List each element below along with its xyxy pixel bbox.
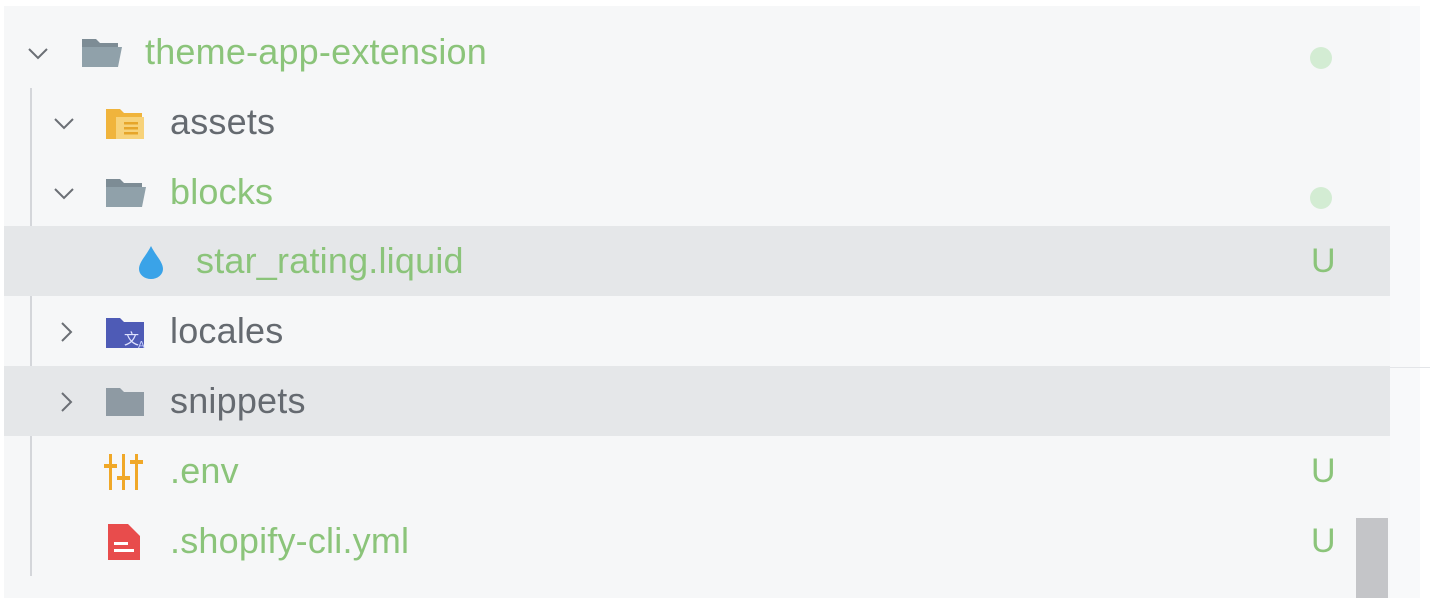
status-dot bbox=[1310, 47, 1332, 69]
svg-text:文: 文 bbox=[124, 330, 139, 348]
chevron-right-icon[interactable] bbox=[54, 390, 78, 414]
tree-label: snippets bbox=[170, 380, 306, 421]
tree-label: blocks bbox=[170, 171, 274, 212]
tree-label: theme-app-extension bbox=[145, 31, 488, 72]
tree-row-snippets[interactable]: snippets bbox=[4, 366, 1390, 436]
chevron-down-icon[interactable] bbox=[52, 181, 76, 205]
tree-row-star-rating-liquid[interactable]: star_rating.liquid U bbox=[4, 226, 1390, 296]
divider bbox=[1390, 367, 1430, 368]
untracked-badge: U bbox=[1311, 522, 1336, 560]
tree-label: locales bbox=[170, 310, 284, 351]
assets-folder-icon bbox=[106, 109, 144, 139]
tree-label: star_rating.liquid bbox=[196, 240, 464, 281]
chevron-down-icon[interactable] bbox=[52, 111, 76, 135]
yml-file-icon bbox=[108, 524, 140, 560]
tree-row-shopify-cli-yml[interactable]: .shopify-cli.yml U bbox=[4, 506, 1390, 576]
tree-row-locales[interactable]: 文 A locales bbox=[4, 296, 1390, 366]
chevron-right-icon[interactable] bbox=[54, 320, 78, 344]
folder-icon bbox=[106, 388, 144, 416]
tree-row-blocks[interactable]: blocks bbox=[4, 157, 1390, 227]
untracked-badge: U bbox=[1311, 452, 1336, 490]
folder-open-icon bbox=[106, 179, 146, 207]
tree-label: .shopify-cli.yml bbox=[170, 520, 410, 561]
folder-open-icon bbox=[82, 39, 122, 67]
env-sliders-icon bbox=[104, 454, 143, 490]
chevron-down-icon[interactable] bbox=[26, 41, 50, 65]
locales-folder-icon: 文 A bbox=[106, 318, 145, 350]
tree-row-env[interactable]: .env U bbox=[4, 436, 1390, 506]
tree-row-assets[interactable]: assets bbox=[4, 87, 1390, 157]
tree-label: assets bbox=[170, 101, 276, 142]
tree-row-theme-app-extension[interactable]: theme-app-extension bbox=[4, 17, 1390, 87]
svg-text:A: A bbox=[138, 340, 145, 350]
scrollbar-thumb[interactable] bbox=[1356, 518, 1388, 598]
untracked-badge: U bbox=[1311, 242, 1336, 280]
tree-label: .env bbox=[170, 450, 239, 491]
status-dot bbox=[1310, 187, 1332, 209]
liquid-drop-icon bbox=[139, 246, 163, 279]
editor-gutter bbox=[1390, 6, 1430, 598]
